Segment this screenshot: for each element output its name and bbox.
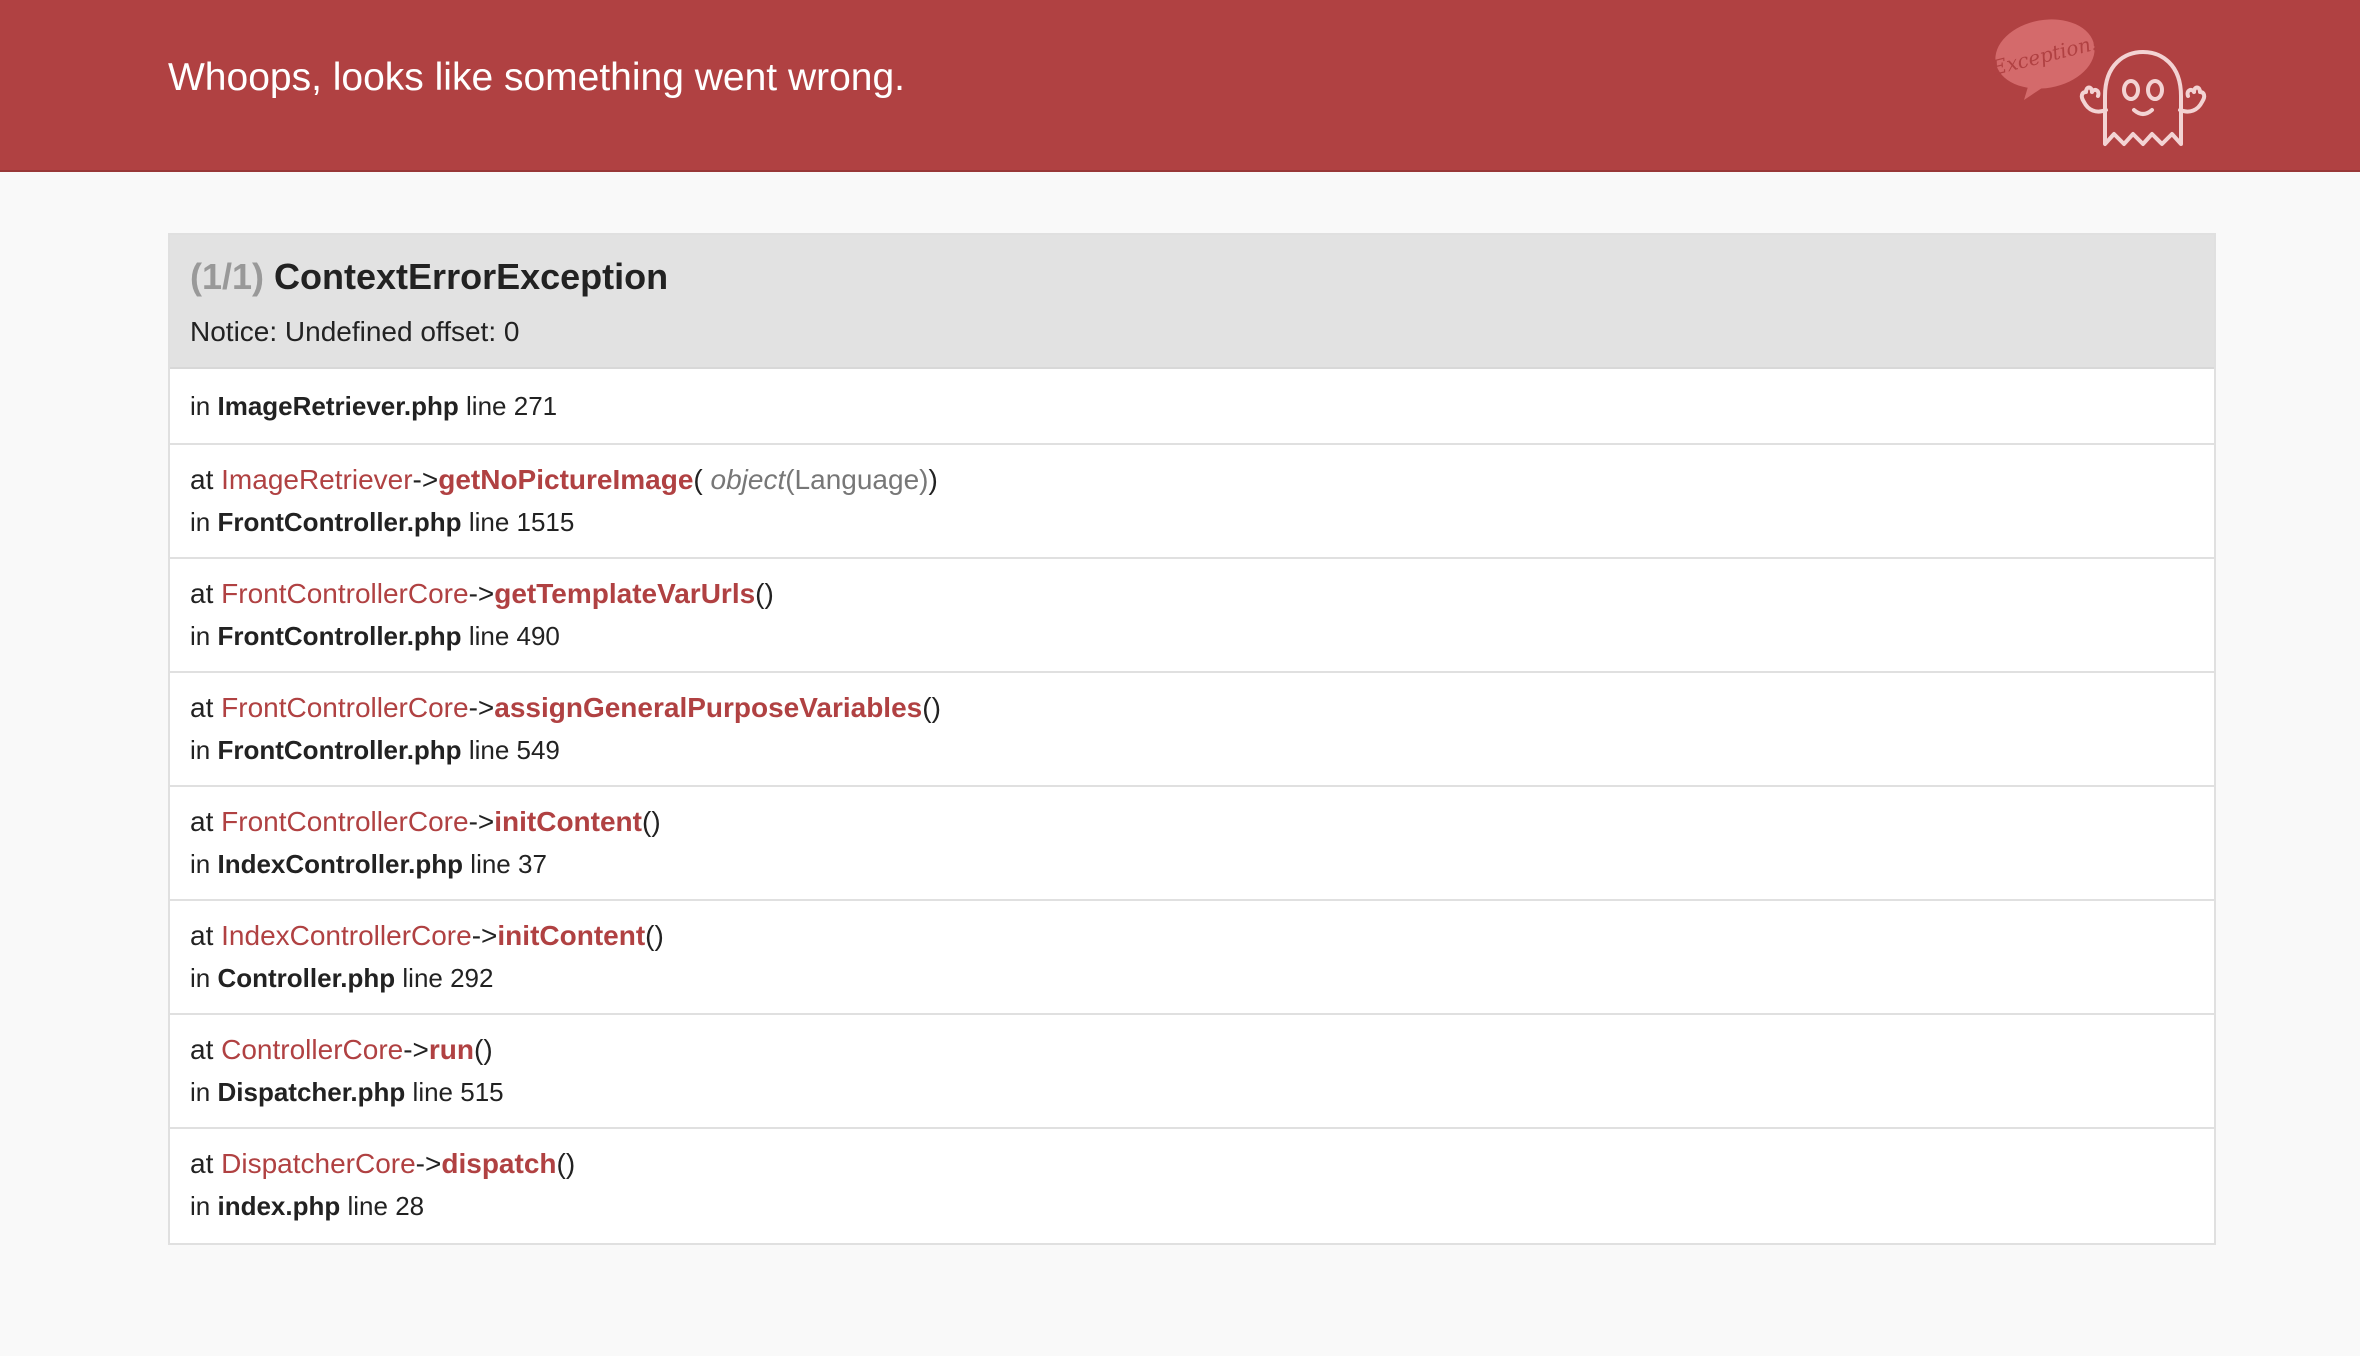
ghost-exception-icon: Exception! (1990, 19, 2207, 146)
stack-frame[interactable]: at DispatcherCore->dispatch() in index.ph… (170, 1129, 2214, 1243)
frame-call: at ImageRetriever->getNoPictureImage( ob… (190, 461, 2194, 499)
file-name: FrontController.php (217, 507, 462, 537)
in-prefix: in (190, 390, 211, 421)
frame-call: at FrontControllerCore->getTemplateVarUr… (190, 575, 2194, 613)
file-name: Dispatcher.php (217, 1077, 406, 1107)
frame-call: at DispatcherCore->dispatch() (190, 1145, 2194, 1183)
line-number: line 292 (402, 963, 494, 993)
frame-paren-open: ( (642, 806, 652, 837)
file-name: FrontController.php (217, 621, 462, 651)
frame-at: at (190, 806, 214, 837)
exception-header: (1/1) ContextErrorException Notice: Unde… (170, 235, 2214, 369)
frame-paren-open: ( (556, 1148, 566, 1179)
frame-class: FrontControllerCore (221, 578, 469, 609)
frame-arrow: -> (415, 1148, 442, 1179)
frame-paren-close: ) (483, 1034, 493, 1065)
frame-paren-close: ) (651, 806, 661, 837)
file-name: ImageRetriever.php (217, 390, 459, 421)
frame-arrow: -> (468, 578, 495, 609)
frame-arrow: -> (412, 464, 439, 495)
frame-call: at ControllerCore->run() (190, 1031, 2194, 1069)
frame-class: ImageRetriever (221, 464, 413, 495)
frame-location: in FrontController.php line 1515 (190, 503, 2194, 541)
page-title: Whoops, looks like something went wrong. (168, 56, 906, 99)
in-prefix: in (190, 849, 211, 879)
stack-frame[interactable]: at ImageRetriever->getNoPictureImage( ob… (170, 445, 2214, 559)
frame-arrow: -> (468, 806, 495, 837)
frame-method: getNoPictureImage (438, 464, 694, 495)
frame-class: IndexControllerCore (221, 920, 472, 951)
in-prefix: in (190, 1077, 211, 1107)
frame-paren-open: ( (755, 578, 765, 609)
in-prefix: in (190, 963, 211, 993)
exception-name: ContextErrorException (274, 256, 669, 297)
line-number: line 490 (468, 621, 560, 651)
line-number: line 515 (412, 1077, 504, 1107)
frame-location: in Dispatcher.php line 515 (190, 1073, 2194, 1111)
frame-method: getTemplateVarUrls (494, 578, 756, 609)
frame-arg-type: object (710, 464, 786, 495)
in-prefix: in (190, 621, 211, 651)
frame-method: assignGeneralPurposeVariables (494, 692, 923, 723)
stack-trace-panel: (1/1) ContextErrorException Notice: Unde… (168, 233, 2216, 1245)
frame-paren-open: ( (693, 464, 703, 495)
stack-frame[interactable]: at FrontControllerCore->getTemplateVarUr… (170, 559, 2214, 673)
exception-message: Notice: Undefined offset: 0 (190, 316, 520, 347)
line-number: line 1515 (468, 507, 575, 537)
frame-class: DispatcherCore (221, 1148, 416, 1179)
frame-method: initContent (494, 806, 642, 837)
frame-at: at (190, 692, 214, 723)
frame-call: at IndexControllerCore->initContent() (190, 917, 2194, 955)
frame-class: FrontControllerCore (221, 806, 469, 837)
line-number: line 271 (466, 390, 558, 421)
frame-location: in FrontController.php line 490 (190, 617, 2194, 655)
in-prefix: in (190, 735, 211, 765)
frame-class: FrontControllerCore (221, 692, 469, 723)
trace-origin-frame: in ImageRetriever.php line 271 (170, 369, 2214, 445)
file-name: IndexController.php (217, 849, 464, 879)
file-name: Controller.php (217, 963, 396, 993)
frame-method: dispatch (441, 1148, 557, 1179)
frame-paren-close: ) (565, 1148, 576, 1179)
stack-frame[interactable]: at ControllerCore->run() in Dispatcher.ph… (170, 1015, 2214, 1129)
frame-location: in Controller.php line 292 (190, 959, 2194, 997)
frame-at: at (190, 1148, 214, 1179)
exception-count: (1/1) (190, 256, 265, 297)
frame-location: in index.php line 28 (190, 1187, 2194, 1225)
frame-arrow: -> (468, 692, 495, 723)
frame-arg-value: (Language) (785, 464, 929, 495)
frame-at: at (190, 578, 214, 609)
file-name: index.php (217, 1191, 341, 1221)
line-number: line 37 (470, 849, 547, 879)
frame-paren-open: ( (474, 1034, 484, 1065)
line-number: line 28 (347, 1191, 425, 1221)
frame-paren-close: ) (654, 920, 664, 951)
frame-location: in IndexController.php line 37 (190, 845, 2194, 883)
stack-frame[interactable]: at FrontControllerCore->initContent() in … (170, 787, 2214, 901)
in-prefix: in (190, 1191, 211, 1221)
line-number: line 549 (468, 735, 560, 765)
frame-method: initContent (497, 920, 646, 951)
frame-paren-close: ) (928, 464, 938, 495)
frame-class: ControllerCore (221, 1034, 404, 1065)
frame-arrow: -> (403, 1034, 429, 1065)
frame-location: in FrontController.php line 549 (190, 731, 2194, 769)
file-name: FrontController.php (217, 735, 462, 765)
frame-at: at (190, 1034, 214, 1065)
frame-method: run (428, 1034, 475, 1065)
stack-frame[interactable]: at IndexControllerCore->initContent() in … (170, 901, 2214, 1015)
stack-frame[interactable]: at FrontControllerCore->assignGeneralPur… (170, 673, 2214, 787)
frame-paren-close: ) (931, 692, 941, 723)
frame-call: at FrontControllerCore->initContent() (190, 803, 2194, 841)
frame-at: at (190, 464, 214, 495)
error-header: Whoops, looks like something went wrong.… (0, 0, 2360, 172)
frame-paren-open: ( (922, 692, 932, 723)
frame-call: at FrontControllerCore->assignGeneralPur… (190, 689, 2194, 727)
frame-at: at (190, 920, 214, 951)
frame-paren-close: ) (764, 578, 774, 609)
frame-arrow: -> (471, 920, 498, 951)
in-prefix: in (190, 507, 211, 537)
